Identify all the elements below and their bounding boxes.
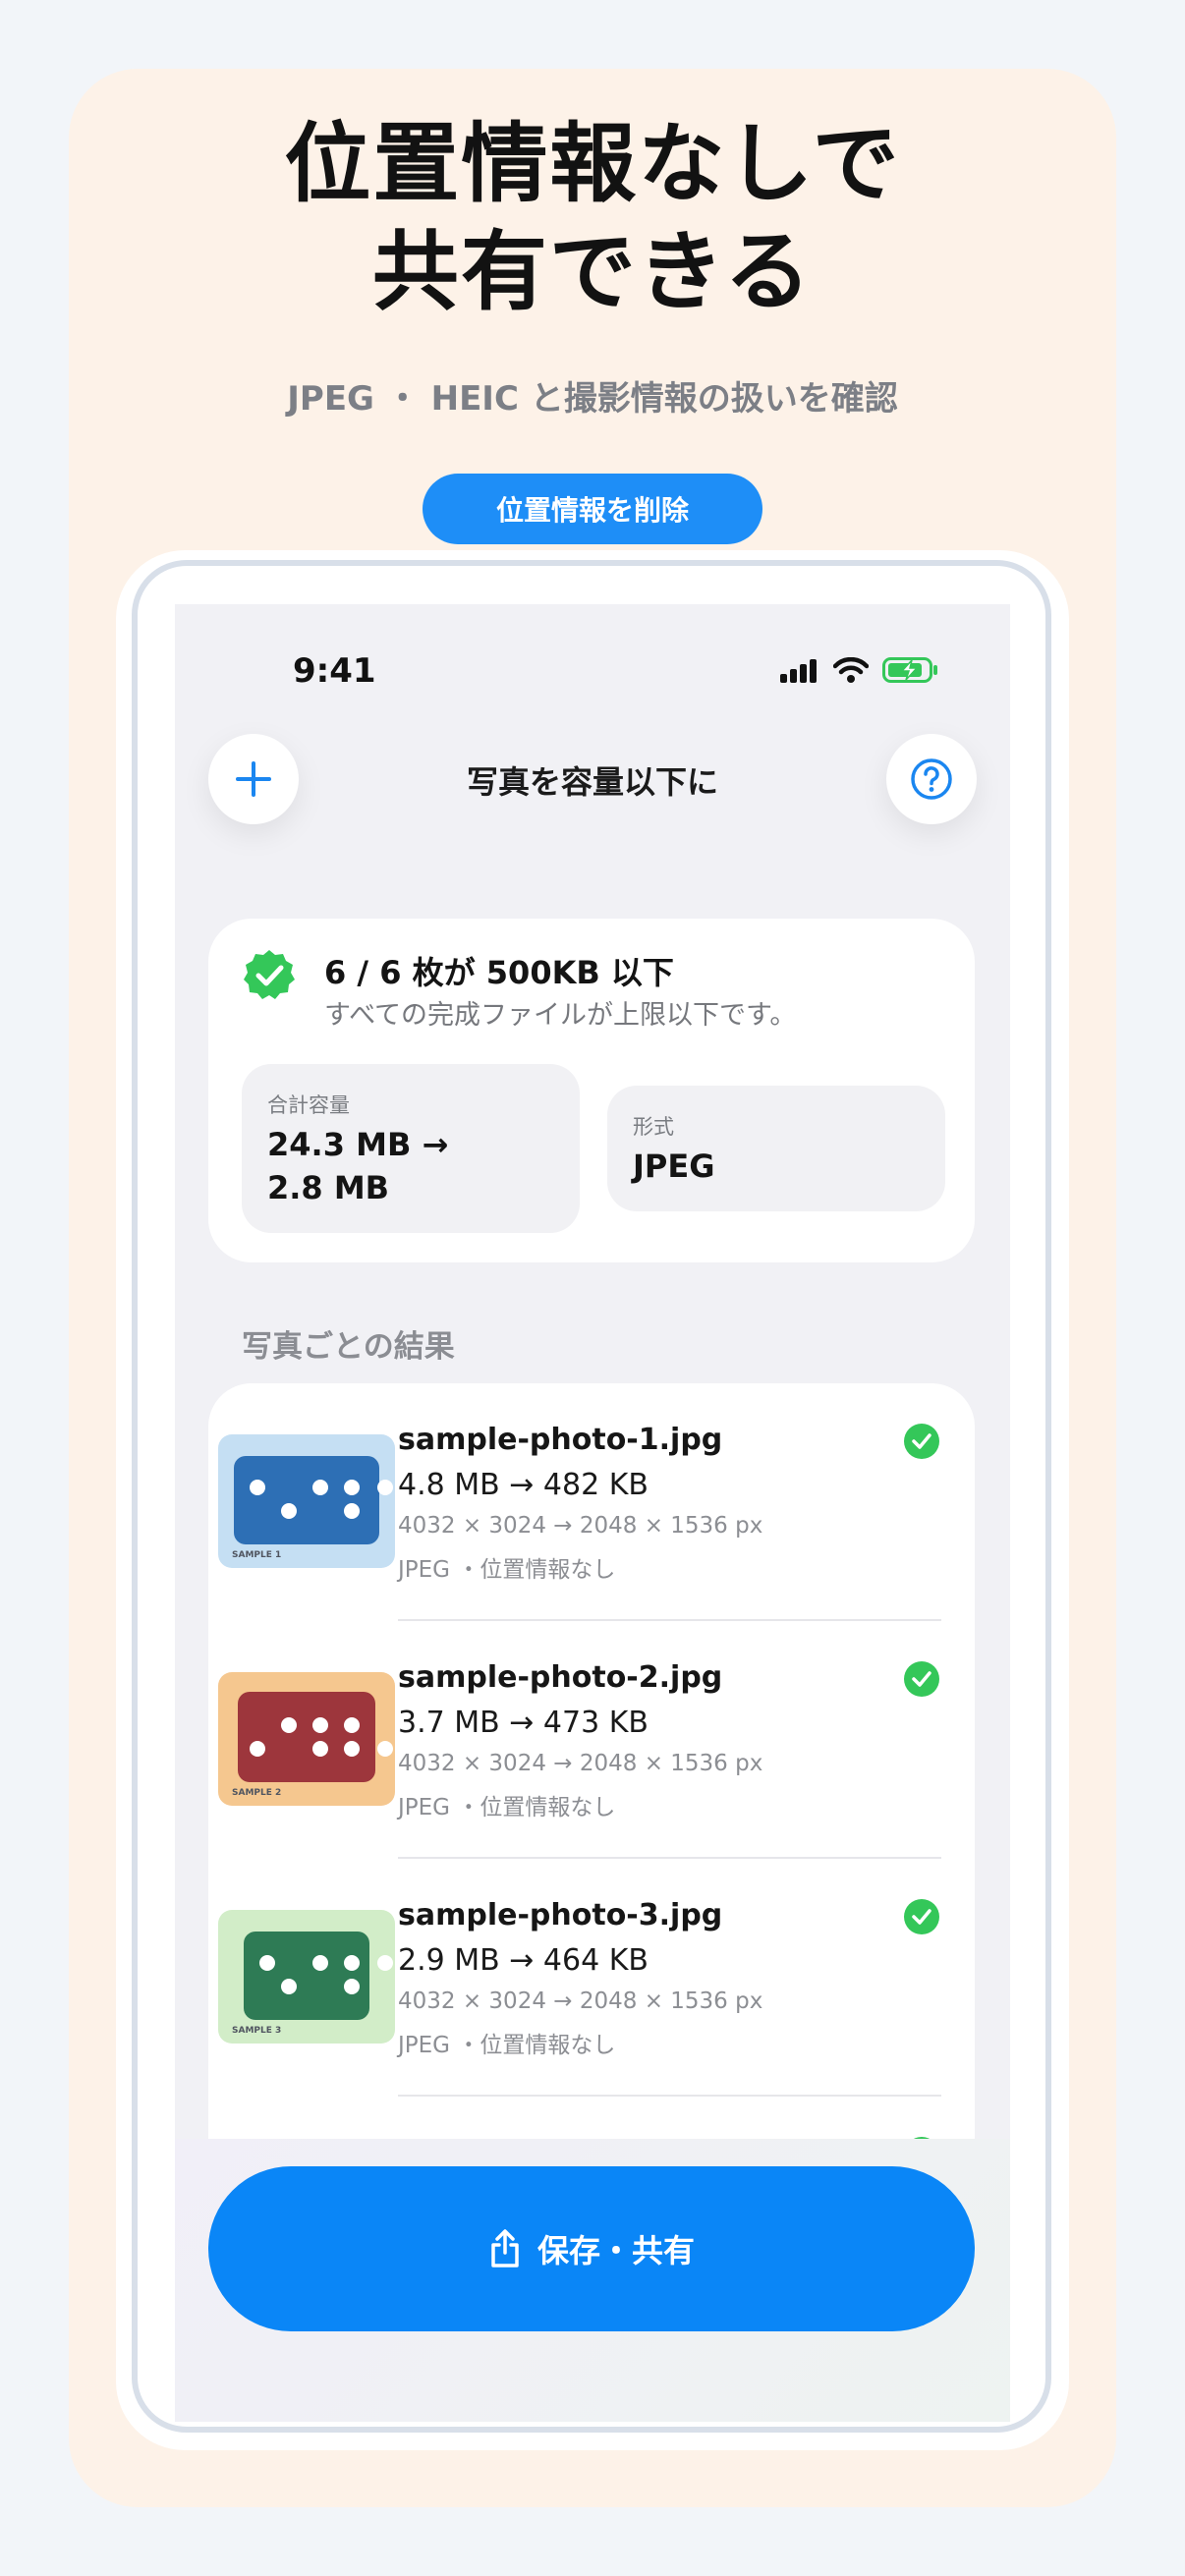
thumbnail-dot xyxy=(312,1955,328,1971)
photo-thumbnail: SAMPLE 1 xyxy=(218,1434,395,1568)
photo-thumbnail: SAMPLE 3 xyxy=(218,1910,395,2044)
nav-title: 写真を容量以下に xyxy=(466,763,718,801)
thumbnail-dot xyxy=(281,1503,297,1519)
thumbnail-dot xyxy=(344,1717,360,1733)
save-share-button[interactable]: 保存・共有 xyxy=(208,2166,975,2331)
battery-charging-icon xyxy=(882,657,937,683)
signal-icon xyxy=(780,659,817,683)
check-circle-icon xyxy=(904,1899,939,1934)
total-size-line1: 24.3 MB → xyxy=(267,1126,449,1163)
thumbnail-dot xyxy=(344,1503,360,1519)
photo-dimensions: 4032 × 3024 → 2048 × 1536 px xyxy=(398,1513,763,1539)
format-stat: 形式 JPEG xyxy=(607,1086,945,1211)
thumbnail-dot xyxy=(281,1979,297,1994)
photo-meta: JPEG ・位置情報なし xyxy=(398,2033,616,2058)
thumbnail-image xyxy=(244,1932,369,2020)
thumbnail-dot xyxy=(312,1741,328,1757)
format-label: 形式 xyxy=(633,1115,674,1139)
photo-row[interactable]: SAMPLE 3 sample-photo-3.jpg 2.9 MB → 464… xyxy=(208,1859,975,2097)
promo-headline: 位置情報なしで 共有できる xyxy=(0,110,1185,326)
thumbnail-dot xyxy=(377,1955,393,1971)
photo-meta: JPEG ・位置情報なし xyxy=(398,1795,616,1820)
summary-subtitle: すべての完成ファイルが上限以下です。 xyxy=(324,1000,797,1031)
total-size-value: 24.3 MB → 2.8 MB xyxy=(267,1123,448,1209)
thumbnail-dot xyxy=(344,1480,360,1495)
status-time: 9:41 xyxy=(293,651,376,691)
photo-size-change: 4.8 MB → 482 KB xyxy=(398,1468,649,1502)
thumbnail-dot xyxy=(250,1480,265,1495)
photo-row[interactable]: SAMPLE 2 sample-photo-2.jpg 3.7 MB → 473… xyxy=(208,1621,975,1859)
promo-subtitle: JPEG ・ HEIC と撮影情報の扱いを確認 xyxy=(287,379,898,419)
thumbnail-dot xyxy=(377,1741,393,1757)
row-divider xyxy=(398,2095,941,2097)
promo-pill-badge: 位置情報を削除 xyxy=(423,474,762,544)
thumbnail-dot xyxy=(250,1741,265,1757)
summary-card: 6 / 6 枚が 500KB 以下 すべての完成ファイルが上限以下です。 合計容… xyxy=(208,919,975,1262)
thumbnail-dot xyxy=(344,1979,360,1994)
thumbnail-dot xyxy=(281,1717,297,1733)
app-screen: 9:41 写真を容量以下に 6 / 6 枚が 500KB 以下 すべての完成ファ… xyxy=(175,604,1010,2422)
total-size-label: 合計容量 xyxy=(267,1093,350,1117)
thumbnail-caption: SAMPLE 1 xyxy=(232,1550,282,1560)
photo-dimensions: 4032 × 3024 → 2048 × 1536 px xyxy=(398,1751,763,1776)
summary-title: 6 / 6 枚が 500KB 以下 xyxy=(324,954,674,991)
photo-filename: sample-photo-3.jpg xyxy=(398,1898,723,1932)
thumbnail-caption: SAMPLE 2 xyxy=(232,1788,282,1798)
wifi-icon xyxy=(833,657,869,683)
photo-meta: JPEG ・位置情報なし xyxy=(398,1557,616,1583)
photo-filename: sample-photo-2.jpg xyxy=(398,1660,723,1695)
thumbnail-dot xyxy=(312,1480,328,1495)
save-share-label: 保存・共有 xyxy=(536,2232,695,2269)
photo-filename: sample-photo-1.jpg xyxy=(398,1423,723,1457)
photo-row[interactable]: SAMPLE 1 sample-photo-1.jpg 4.8 MB → 482… xyxy=(208,1383,975,1621)
photo-size-change: 3.7 MB → 473 KB xyxy=(398,1706,649,1740)
verified-badge-icon xyxy=(244,950,295,999)
thumbnail-dot xyxy=(312,1717,328,1733)
thumbnail-dot xyxy=(377,1480,393,1495)
thumbnail-image xyxy=(234,1456,379,1544)
thumbnail-dot xyxy=(259,1955,275,1971)
check-circle-icon xyxy=(904,1661,939,1697)
total-size-line2: 2.8 MB xyxy=(267,1169,390,1206)
photo-size-change: 2.9 MB → 464 KB xyxy=(398,1943,649,1978)
check-circle-icon xyxy=(904,1424,939,1459)
total-size-stat: 合計容量 24.3 MB → 2.8 MB xyxy=(242,1064,580,1233)
section-title: 写真ごとの結果 xyxy=(242,1329,455,1365)
format-value: JPEG xyxy=(633,1148,715,1185)
thumbnail-dot xyxy=(344,1955,360,1971)
photo-dimensions: 4032 × 3024 → 2048 × 1536 px xyxy=(398,1988,763,2014)
status-icons xyxy=(780,657,939,683)
photo-thumbnail: SAMPLE 2 xyxy=(218,1672,395,1806)
promo-headline-line2: 共有できる xyxy=(371,221,814,322)
share-icon xyxy=(491,2229,519,2268)
thumbnail-image xyxy=(238,1692,375,1782)
thumbnail-caption: SAMPLE 3 xyxy=(232,2026,282,2036)
promo-headline-line1: 位置情報なしで xyxy=(284,113,901,214)
help-button[interactable] xyxy=(886,734,977,824)
thumbnail-dot xyxy=(344,1741,360,1757)
question-circle-icon xyxy=(911,758,952,800)
